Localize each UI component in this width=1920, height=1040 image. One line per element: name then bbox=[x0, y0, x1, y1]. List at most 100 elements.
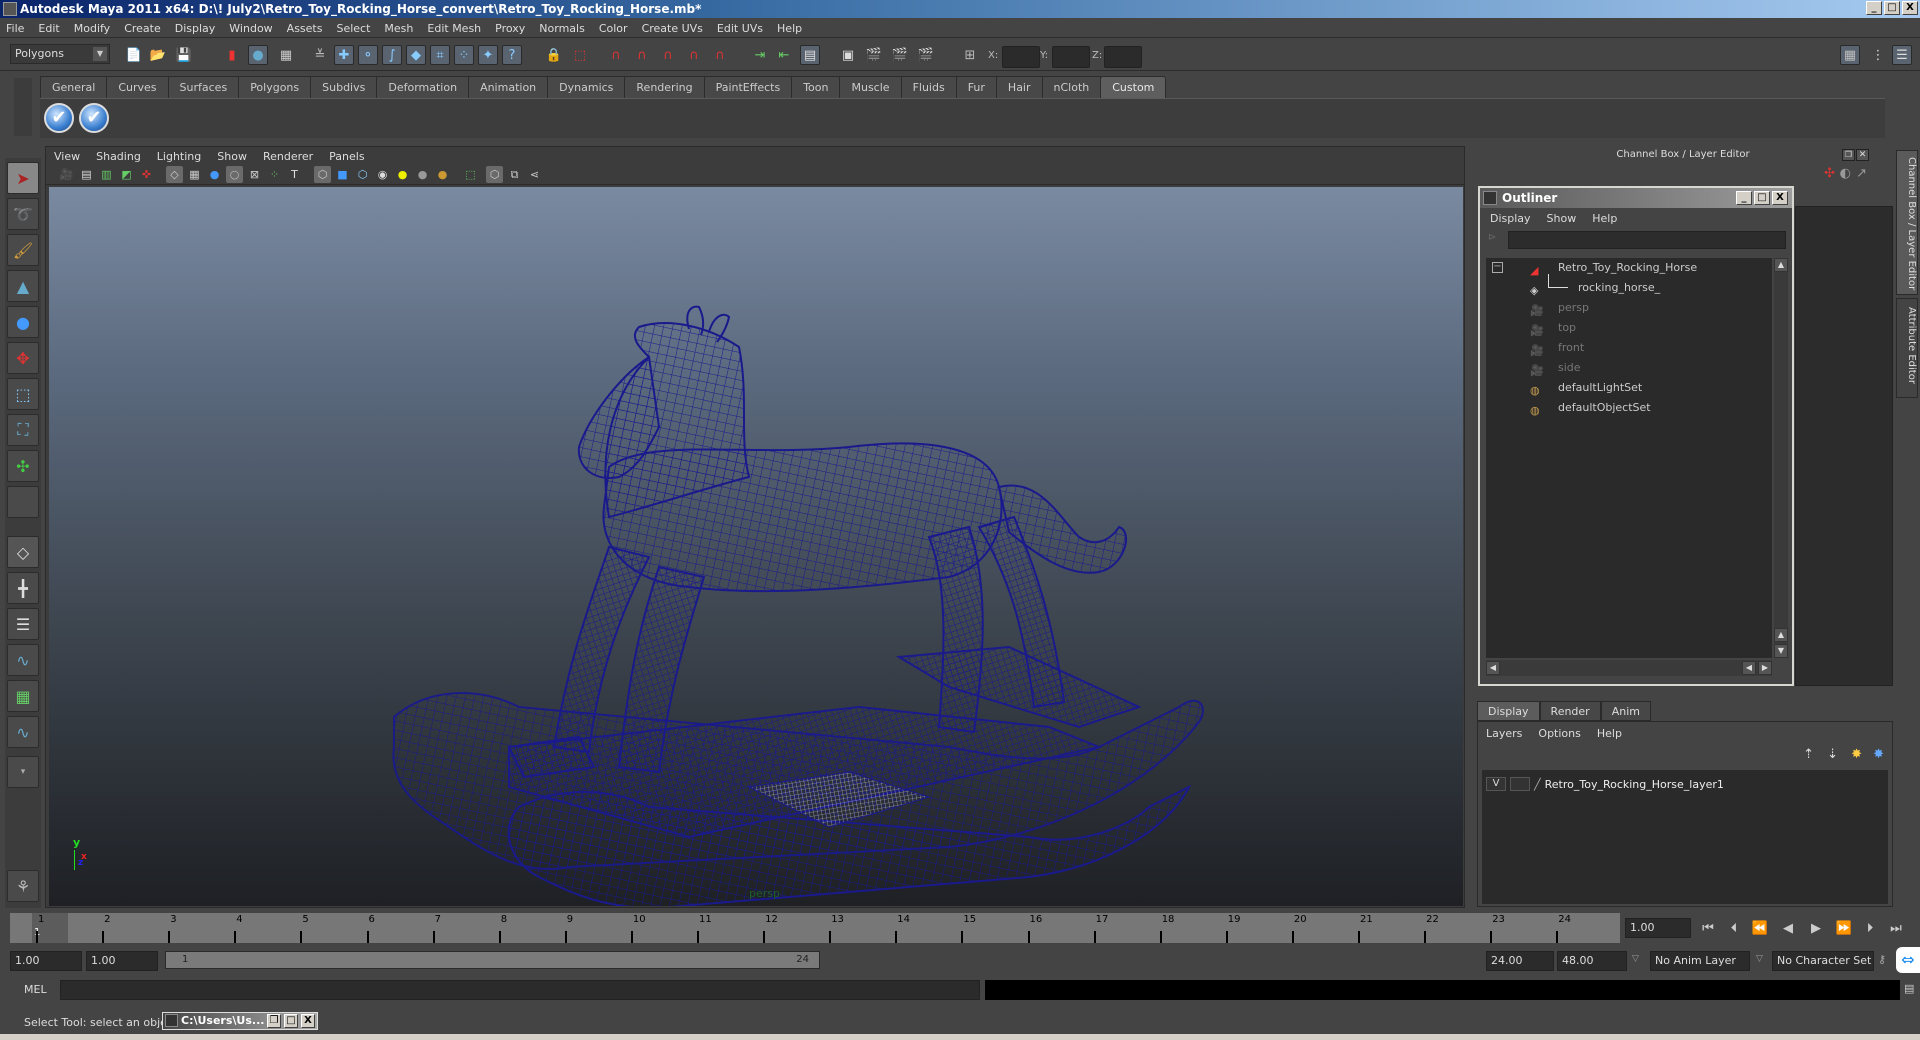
go-to-start-icon[interactable]: ⏮ bbox=[1698, 920, 1718, 938]
close-panel-icon[interactable]: ✕ bbox=[1856, 149, 1869, 161]
shelf-tab-curves[interactable]: Curves bbox=[106, 76, 169, 98]
close-button[interactable]: X bbox=[301, 1014, 315, 1028]
snap-point-icon[interactable]: ∩ bbox=[658, 45, 678, 65]
play-backwards-icon[interactable]: ◀ bbox=[1778, 920, 1798, 938]
go-to-end-icon[interactable]: ⏭ bbox=[1886, 920, 1906, 938]
anim-layer-dropdown[interactable]: No Anim Layer bbox=[1650, 951, 1750, 971]
outliner-item[interactable]: 🎥 front bbox=[1486, 338, 1772, 358]
outliner-item[interactable]: ◍ defaultObjectSet bbox=[1486, 398, 1772, 418]
outliner-menu-show[interactable]: Show bbox=[1547, 212, 1577, 225]
move-layer-down-icon[interactable]: ⇣ bbox=[1827, 747, 1838, 762]
smooth-shade-icon[interactable]: ■ bbox=[334, 166, 351, 183]
shelf-tab-fluids[interactable]: Fluids bbox=[900, 76, 957, 98]
outliner-item[interactable]: ◢ Retro_Toy_Rocking_Horse bbox=[1486, 258, 1772, 278]
viewport-menu-view[interactable]: View bbox=[54, 150, 80, 163]
shelf-tab-ncloth[interactable]: nCloth bbox=[1041, 76, 1102, 98]
shelf-tab-subdivs[interactable]: Subdivs bbox=[310, 76, 378, 98]
character-set-dropdown[interactable]: No Character Set bbox=[1772, 951, 1874, 971]
shelf-tab-animation[interactable]: Animation bbox=[468, 76, 549, 98]
paint-select-tool-icon[interactable]: 🖌 bbox=[7, 234, 39, 266]
auto-key-icon[interactable]: ⚷ bbox=[1878, 953, 1886, 966]
snap-curve-icon[interactable]: ∩ bbox=[632, 45, 652, 65]
outliner-item[interactable]: ◍ defaultLightSet bbox=[1486, 378, 1772, 398]
animation-end-field[interactable]: 48.00 bbox=[1557, 951, 1627, 971]
outliner-item[interactable]: 🎥 persp bbox=[1486, 298, 1772, 318]
playback-start-field[interactable]: 1.00 bbox=[86, 951, 158, 971]
create-layer-from-selected-icon[interactable]: ✸ bbox=[1873, 747, 1884, 762]
select-joint-icon[interactable]: ⚬ bbox=[358, 45, 378, 65]
menu-normals[interactable]: Normals bbox=[539, 22, 585, 35]
universal-manipulator-icon[interactable]: ⬚ bbox=[7, 378, 39, 410]
shelf-tab-fur[interactable]: Fur bbox=[955, 76, 997, 98]
camera-attributes-icon[interactable]: ▤ bbox=[78, 166, 95, 183]
shelf-tab-rendering[interactable]: Rendering bbox=[624, 76, 705, 98]
layer-row[interactable]: V ╱ Retro_Toy_Rocking_Horse_layer1 bbox=[1486, 774, 1724, 794]
move-layer-up-icon[interactable]: ⇡ bbox=[1803, 747, 1814, 762]
resolution-gate-icon[interactable]: ● bbox=[206, 166, 223, 183]
snap-grid-icon[interactable]: ∩ bbox=[606, 45, 626, 65]
new-scene-icon[interactable]: 📄 bbox=[124, 45, 144, 65]
layer-menu-layers[interactable]: Layers bbox=[1486, 727, 1522, 740]
scroll-down-icon[interactable]: ▼ bbox=[1774, 644, 1788, 658]
outliner-close-button[interactable]: X bbox=[1772, 191, 1788, 205]
menu-help[interactable]: Help bbox=[777, 22, 802, 35]
layer-menu-options[interactable]: Options bbox=[1538, 727, 1580, 740]
teamviewer-icon[interactable]: ⇔ bbox=[1896, 947, 1920, 973]
shelf-tab-muscle[interactable]: Muscle bbox=[839, 76, 902, 98]
menu-file[interactable]: File bbox=[6, 22, 24, 35]
menu-select[interactable]: Select bbox=[336, 22, 370, 35]
animation-start-field[interactable]: 1.00 bbox=[10, 951, 82, 971]
minimized-window[interactable]: C:\Users\Us... ❐ □ X bbox=[162, 1012, 318, 1030]
camera-select-icon[interactable]: 🎥 bbox=[58, 166, 75, 183]
make-live-icon[interactable]: ∩ bbox=[710, 45, 730, 65]
viewport-menu-lighting[interactable]: Lighting bbox=[157, 150, 201, 163]
viewport-menu-panels[interactable]: Panels bbox=[329, 150, 364, 163]
menu-window[interactable]: Window bbox=[229, 22, 272, 35]
manipulator-axis-icon[interactable]: ✣ bbox=[1824, 166, 1835, 181]
layer-tab-render[interactable]: Render bbox=[1539, 701, 1601, 721]
playback-end-field[interactable]: 24.00 bbox=[1486, 951, 1554, 971]
viewport-menu-shading[interactable]: Shading bbox=[96, 150, 141, 163]
menu-edit[interactable]: Edit bbox=[38, 22, 59, 35]
field-chart-icon[interactable]: ⊠ bbox=[246, 166, 263, 183]
create-empty-layer-icon[interactable]: ✸ bbox=[1851, 747, 1862, 762]
layer-visibility-toggle[interactable]: V bbox=[1486, 777, 1506, 791]
shelf-tab-surfaces[interactable]: Surfaces bbox=[167, 76, 240, 98]
x-field[interactable] bbox=[1002, 46, 1040, 68]
float-panel-icon[interactable]: ❐ bbox=[1842, 149, 1855, 161]
ipr-render-icon[interactable]: 🎬 bbox=[890, 45, 910, 65]
menu-modify[interactable]: Modify bbox=[74, 22, 110, 35]
grid-icon[interactable]: ◇ bbox=[166, 166, 183, 183]
play-forwards-icon[interactable]: ▶ bbox=[1806, 920, 1826, 938]
persp-graph-outliner-layout-icon[interactable]: ∿ bbox=[7, 716, 39, 748]
textured-icon[interactable]: ◉ bbox=[374, 166, 391, 183]
transform-input-icon[interactable]: ⊞ bbox=[960, 45, 980, 65]
side-tab-channel-box[interactable]: Channel Box / Layer Editor bbox=[1896, 150, 1918, 295]
select-tool-icon[interactable]: ➤ bbox=[7, 162, 39, 194]
four-view-layout-icon[interactable]: ╋ bbox=[7, 572, 39, 604]
scroll-right-icon[interactable]: ▶ bbox=[1758, 661, 1772, 675]
wireframe-on-shaded-icon[interactable]: ⬡ bbox=[354, 166, 371, 183]
outliner-item[interactable]: 🎥 top bbox=[1486, 318, 1772, 338]
outliner-maximize-button[interactable]: □ bbox=[1754, 191, 1770, 205]
lasso-tool-icon[interactable]: ➰ bbox=[7, 198, 39, 230]
current-time-field[interactable]: 1.00 bbox=[1625, 918, 1691, 938]
channel-box-toggle-icon[interactable]: ☰ bbox=[1892, 45, 1912, 65]
output-ops-icon[interactable]: ⇤ bbox=[774, 45, 794, 65]
layer-color-swatch[interactable]: ╱ bbox=[1534, 778, 1541, 791]
outliner-menu-display[interactable]: Display bbox=[1490, 212, 1531, 225]
snap-view-plane-icon[interactable]: ∩ bbox=[684, 45, 704, 65]
persp-outliner-layout-icon[interactable]: ☰ bbox=[7, 608, 39, 640]
isolate-select-icon[interactable]: ⬚ bbox=[462, 166, 479, 183]
open-scene-icon[interactable]: 📂 bbox=[148, 45, 168, 65]
side-tab-attribute-editor[interactable]: Attribute Editor bbox=[1896, 298, 1918, 398]
script-editor-icon[interactable]: ▤ bbox=[1904, 982, 1914, 995]
menu-create-uvs[interactable]: Create UVs bbox=[642, 22, 703, 35]
render-settings-icon[interactable]: 🎬 bbox=[916, 45, 936, 65]
use-all-lights-icon[interactable]: ● bbox=[394, 166, 411, 183]
menu-proxy[interactable]: Proxy bbox=[495, 22, 525, 35]
select-hierarchy-icon[interactable]: ▮ bbox=[222, 45, 242, 65]
outliner-filter-input[interactable] bbox=[1508, 231, 1786, 249]
maximize-button[interactable]: □ bbox=[1884, 1, 1900, 15]
xray-joints-icon[interactable]: ⧉ bbox=[506, 166, 523, 183]
